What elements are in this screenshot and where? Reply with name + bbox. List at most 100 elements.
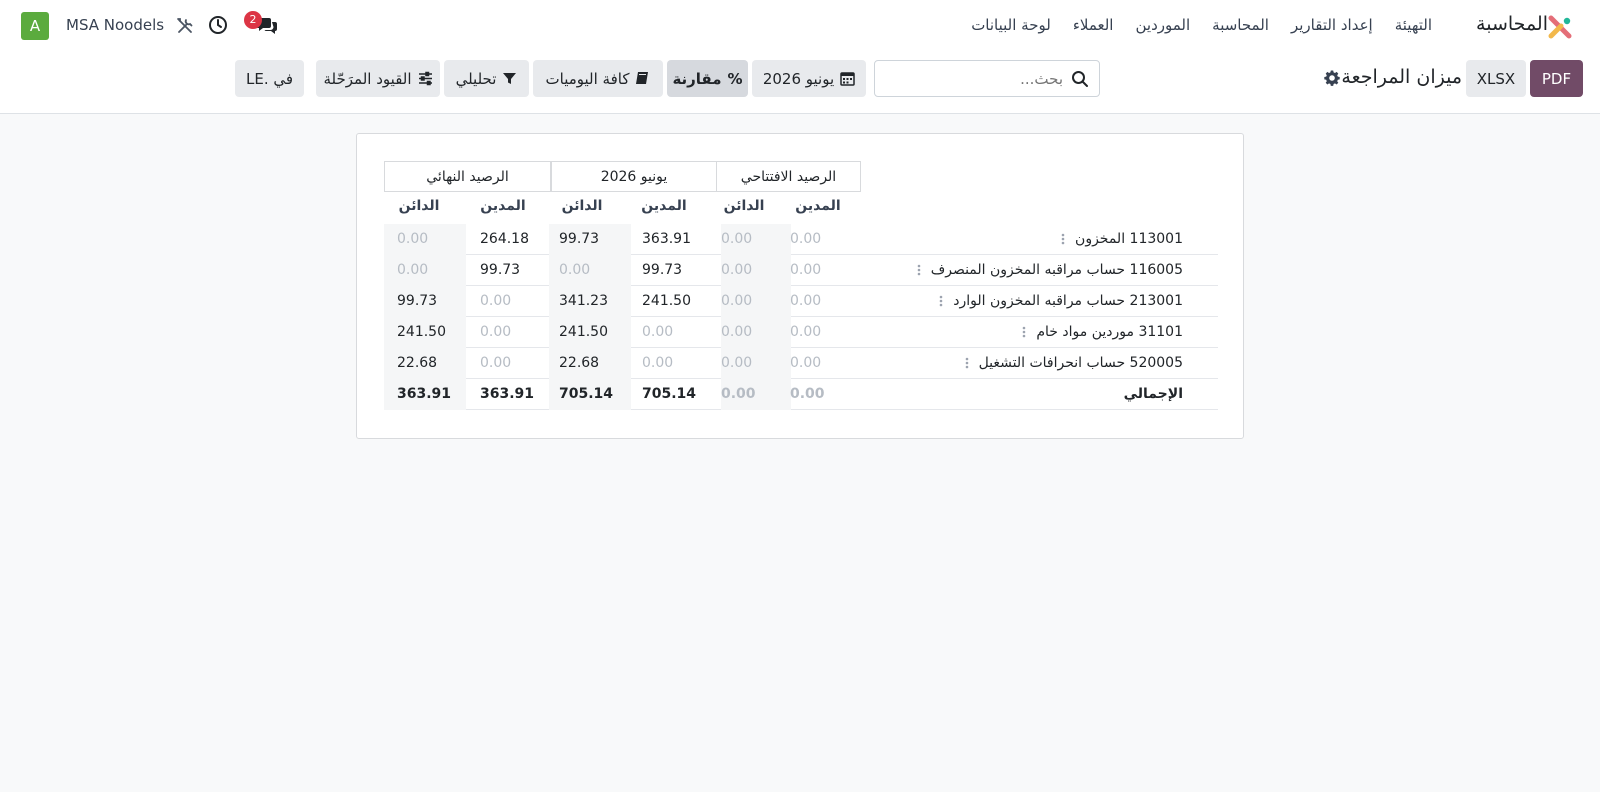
date-filter-label: يونيو 2026 xyxy=(762,69,835,88)
table-row[interactable]: 213001 حساب مراقبه المخزون الوارد 0.00 0.0… xyxy=(384,286,1218,317)
gear-icon[interactable] xyxy=(1324,70,1340,86)
ending-debit-cell: 0.00 xyxy=(480,293,512,309)
period-credit-cell: 341.23 xyxy=(559,293,608,309)
period-credit-cell: 705.14 xyxy=(559,386,614,402)
period-debit-cell: 0.00 xyxy=(642,324,674,340)
table-row[interactable]: 520005 حساب انحرافات التشغيل 0.00 0.00 0.00… xyxy=(384,348,1218,379)
period-credit-cell: 0.00 xyxy=(559,262,591,278)
table-row[interactable]: 31101 موردين مواد خام 0.00 0.00 0.00 241.50 0… xyxy=(384,317,1218,348)
account-name: 31101 موردين مواد خام xyxy=(1036,324,1183,340)
row-menu-icon[interactable] xyxy=(917,264,921,276)
account-label[interactable]: 116005 حساب مراقبه المخزون المنصرف xyxy=(917,262,1183,278)
col-opening-debit: المدين xyxy=(795,198,841,214)
period-debit-cell: 99.73 xyxy=(642,262,683,278)
ending-credit-cell: 363.91 xyxy=(397,386,452,402)
opening-debit-cell: 0.00 xyxy=(790,355,822,371)
period-credit-cell: 22.68 xyxy=(559,355,600,371)
account-name: 116005 حساب مراقبه المخزون المنصرف xyxy=(930,262,1183,278)
ending-debit-cell: 264.18 xyxy=(480,231,529,247)
opening-debit-cell: 0.00 xyxy=(790,293,822,309)
ending-debit-cell: 0.00 xyxy=(480,324,512,340)
percent-icon: % xyxy=(727,69,743,88)
period-debit-cell: 363.91 xyxy=(642,231,691,247)
group-header-ending: الرصيد النهائي xyxy=(384,161,551,192)
date-filter-button[interactable]: يونيو 2026 xyxy=(752,60,866,97)
account-label[interactable]: 31101 موردين مواد خام xyxy=(1022,324,1183,340)
book-icon xyxy=(636,72,649,84)
menu-configuration[interactable]: التهيئة xyxy=(1395,16,1432,34)
app-logo-icon[interactable] xyxy=(1548,15,1572,39)
journals-filter-button[interactable]: كافة اليوميات xyxy=(533,60,663,97)
period-debit-cell: 241.50 xyxy=(642,293,691,309)
search-input[interactable] xyxy=(883,61,1063,96)
posted-entries-button[interactable]: القيود المرَحّلة xyxy=(316,60,440,97)
company-switcher[interactable]: MSA Noodels xyxy=(66,16,164,34)
app-name[interactable]: المحاسبة xyxy=(1476,13,1548,35)
ending-credit-cell: 241.50 xyxy=(397,324,446,340)
col-period-debit: المدين xyxy=(641,198,687,214)
account-label[interactable]: 213001 حساب مراقبه المخزون الوارد xyxy=(939,293,1183,309)
total-row: الإجمالي 0.00 0.00 705.14 705.14 363.91 363.91 xyxy=(384,379,1218,410)
opening-credit-cell: 0.00 xyxy=(721,324,753,340)
currency-button[interactable]: في .LE xyxy=(235,60,304,97)
sliders-icon xyxy=(418,71,432,86)
menu-customers[interactable]: العملاء xyxy=(1073,16,1114,34)
clock-icon[interactable] xyxy=(208,15,228,35)
calendar-icon xyxy=(840,72,855,86)
ending-credit-cell: 22.68 xyxy=(397,355,438,371)
row-menu-icon[interactable] xyxy=(965,357,969,369)
menu-vendors[interactable]: الموردين xyxy=(1135,16,1190,34)
col-opening-credit: الدائن xyxy=(723,198,765,214)
chat-count-badge: 2 xyxy=(244,11,262,29)
analytic-filter-button[interactable]: تحليلي xyxy=(444,60,529,97)
menu-dashboard[interactable]: لوحة البيانات xyxy=(971,16,1051,34)
opening-debit-cell: 0.00 xyxy=(790,231,822,247)
ending-credit-cell: 0.00 xyxy=(397,231,429,247)
top-navbar: المحاسبة لوحة البيانات العملاء الموردين … xyxy=(0,0,1600,52)
account-label[interactable]: 113001 المخزون xyxy=(1061,231,1183,247)
account-name: 213001 حساب مراقبه المخزون الوارد xyxy=(953,293,1183,309)
avatar[interactable]: A xyxy=(21,12,49,40)
col-ending-debit: المدين xyxy=(480,198,526,214)
opening-debit-cell: 0.00 xyxy=(790,386,825,402)
tools-icon[interactable] xyxy=(175,16,195,36)
xlsx-button[interactable]: XLSX xyxy=(1466,60,1526,97)
search-icon[interactable] xyxy=(1071,70,1089,88)
filter-icon xyxy=(503,73,517,84)
col-ending-credit: الدائن xyxy=(398,198,440,214)
ending-debit-cell: 99.73 xyxy=(480,262,521,278)
journals-filter-label: كافة اليوميات xyxy=(545,69,630,88)
total-label: الإجمالي xyxy=(1124,386,1183,402)
table-row[interactable]: 113001 المخزون 0.00 0.00 363.91 99.73 264.18 0… xyxy=(384,224,1218,255)
account-name: الإجمالي xyxy=(1123,386,1183,402)
col-period-credit: الدائن xyxy=(561,198,603,214)
period-credit-cell: 241.50 xyxy=(559,324,608,340)
period-debit-cell: 705.14 xyxy=(642,386,697,402)
opening-credit-cell: 0.00 xyxy=(721,231,753,247)
opening-credit-cell: 0.00 xyxy=(721,355,753,371)
comparison-button[interactable]: % مقارنة xyxy=(667,60,748,97)
group-header-period: يونيو 2026 xyxy=(551,161,717,192)
opening-debit-cell: 0.00 xyxy=(790,324,822,340)
period-credit-cell: 99.73 xyxy=(559,231,600,247)
group-header-opening: الرصيد الافتتاحي xyxy=(716,161,861,192)
main-menu: لوحة البيانات العملاء الموردين المحاسبة … xyxy=(971,16,1432,34)
opening-credit-cell: 0.00 xyxy=(721,386,756,402)
menu-accounting[interactable]: المحاسبة xyxy=(1212,16,1269,34)
opening-credit-cell: 0.00 xyxy=(721,262,753,278)
account-label[interactable]: 520005 حساب انحرافات التشغيل xyxy=(965,355,1183,371)
opening-debit-cell: 0.00 xyxy=(790,262,822,278)
account-name: 113001 المخزون xyxy=(1075,231,1183,247)
posted-entries-label: القيود المرَحّلة xyxy=(323,69,412,88)
menu-reporting[interactable]: إعداد التقارير xyxy=(1291,16,1373,34)
account-name: 520005 حساب انحرافات التشغيل xyxy=(978,355,1183,371)
row-menu-icon[interactable] xyxy=(1022,326,1026,338)
search-box xyxy=(874,60,1100,97)
pdf-button[interactable]: PDF xyxy=(1530,60,1583,97)
table-row[interactable]: 116005 حساب مراقبه المخزون المنصرف 0.00 0.… xyxy=(384,255,1218,286)
row-menu-icon[interactable] xyxy=(939,295,943,307)
row-menu-icon[interactable] xyxy=(1061,233,1065,245)
ending-debit-cell: 0.00 xyxy=(480,355,512,371)
page-title: ميزان المراجعة xyxy=(1341,66,1462,88)
opening-credit-cell: 0.00 xyxy=(721,293,753,309)
